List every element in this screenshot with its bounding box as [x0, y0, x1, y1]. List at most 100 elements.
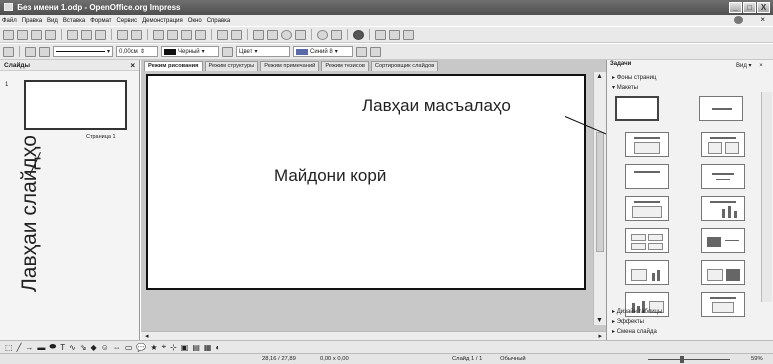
email-icon[interactable] — [45, 29, 56, 40]
close-slides-pane-button[interactable]: × — [130, 61, 135, 70]
scroll-left-icon[interactable]: ◂ — [145, 332, 149, 340]
area-icon[interactable] — [222, 46, 233, 57]
close-tasks-pane-button[interactable]: × — [759, 63, 763, 69]
arrow-tool-icon[interactable]: → — [25, 343, 33, 352]
shadow-icon[interactable] — [356, 46, 367, 57]
slide-thumbnail[interactable] — [24, 80, 127, 130]
print-icon[interactable] — [95, 29, 106, 40]
save-icon[interactable] — [31, 29, 42, 40]
paste-icon[interactable] — [181, 29, 192, 40]
layout-four-content[interactable] — [625, 228, 669, 253]
slide-show-icon[interactable] — [375, 29, 386, 40]
redo-icon[interactable] — [231, 29, 242, 40]
chart-icon[interactable] — [253, 29, 264, 40]
section-slide-transition[interactable]: ▸ Смена слайда — [612, 328, 657, 335]
help-agent-icon[interactable] — [734, 16, 743, 24]
extrusion-icon[interactable]: ◐ — [215, 343, 220, 352]
tab-normal[interactable]: Режим рисования — [144, 61, 203, 71]
menu-insert[interactable]: Вставка — [63, 18, 85, 24]
zoom-slider-knob[interactable] — [680, 356, 684, 363]
layout-title-content[interactable] — [625, 132, 669, 157]
tab-outline[interactable]: Режим структуры — [204, 61, 259, 71]
flowchart-icon[interactable]: ▭ — [125, 343, 133, 352]
tasks-scrollbar[interactable] — [761, 92, 772, 302]
export-pdf-icon[interactable] — [81, 29, 92, 40]
clone-format-icon[interactable] — [195, 29, 206, 40]
spellcheck-icon[interactable] — [117, 29, 128, 40]
ellipse-tool-icon[interactable]: ⬬ — [49, 342, 56, 352]
menu-format[interactable]: Формат — [90, 18, 111, 24]
layout-title-object[interactable] — [701, 292, 745, 317]
block-arrows-icon[interactable]: ⇔ — [113, 343, 121, 352]
menu-window[interactable]: Окно — [188, 18, 202, 24]
section-master-pages[interactable]: ▸ Фоны страниц — [612, 74, 656, 81]
maximize-button[interactable]: □ — [743, 2, 756, 13]
tab-handout[interactable]: Режим тезисов — [321, 61, 369, 71]
arrow-style-icon[interactable] — [39, 46, 50, 57]
zoom-icon[interactable] — [331, 29, 342, 40]
open-icon[interactable] — [17, 29, 28, 40]
text-tool-icon[interactable]: T — [60, 343, 65, 352]
slide-layout-icon[interactable] — [403, 29, 414, 40]
gallery-icon[interactable]: ▦ — [204, 343, 212, 352]
scroll-up-icon[interactable]: ▲ — [596, 73, 603, 80]
rectangle-tool-icon[interactable]: ▬ — [37, 343, 45, 352]
connector-tool-icon[interactable]: ⇘ — [80, 343, 87, 352]
layout-title-two-content[interactable] — [701, 132, 745, 157]
scroll-down-icon[interactable]: ▼ — [596, 317, 603, 324]
copy-icon[interactable] — [167, 29, 178, 40]
layout-blank[interactable] — [615, 96, 659, 121]
navigator-icon[interactable] — [295, 29, 306, 40]
layout-title-text[interactable] — [625, 164, 669, 189]
undo-icon[interactable] — [217, 29, 228, 40]
line-tool-icon[interactable]: ╱ — [17, 343, 22, 352]
new-slide-icon[interactable] — [389, 29, 400, 40]
area-style-select[interactable]: Цвет ▾ — [236, 46, 290, 57]
curve-tool-icon[interactable]: ∿ — [69, 343, 76, 352]
glue-points-icon[interactable]: ⊹ — [170, 343, 177, 352]
section-effects[interactable]: ▸ Эффекты — [612, 318, 644, 325]
styles-icon[interactable] — [3, 46, 14, 57]
menu-tools[interactable]: Сервис — [117, 18, 138, 24]
cut-icon[interactable] — [153, 29, 164, 40]
help-icon[interactable] — [353, 29, 364, 40]
section-layouts[interactable]: ▾ Макеты — [612, 84, 638, 91]
tab-notes[interactable]: Режим примечаний — [260, 61, 320, 71]
layout-title-only[interactable] — [699, 96, 743, 121]
zoom-slider[interactable] — [648, 359, 730, 360]
points-icon[interactable]: ⌖ — [162, 342, 167, 352]
show-draw-functions-icon[interactable] — [317, 29, 328, 40]
table-icon[interactable] — [267, 29, 278, 40]
layout-text-clipart[interactable] — [701, 260, 745, 285]
menu-help[interactable]: Справка — [207, 18, 231, 24]
stars-icon[interactable]: ★ — [150, 343, 157, 352]
scrollbar-thumb[interactable] — [596, 132, 604, 252]
tab-slide-sorter[interactable]: Сортировщик слайдов — [370, 61, 439, 71]
line-width-field[interactable]: 0,00см ⇕ — [116, 46, 158, 57]
area-color-select[interactable]: Синий 8 ▾ — [293, 46, 353, 57]
close-document-button[interactable]: × — [760, 15, 765, 24]
zoom-level[interactable]: 59% — [751, 356, 763, 362]
layout-text-chart[interactable] — [625, 260, 669, 285]
new-document-icon[interactable] — [3, 29, 14, 40]
layout-title-chart[interactable] — [701, 196, 745, 221]
line-icon[interactable] — [25, 46, 36, 57]
layout-centered-text[interactable] — [701, 164, 745, 189]
more-options-icon[interactable] — [370, 46, 381, 57]
basic-shapes-icon[interactable]: ◆ — [91, 343, 97, 352]
hyperlink-icon[interactable] — [281, 29, 292, 40]
scroll-right-icon[interactable]: ▸ — [598, 332, 602, 340]
autospellcheck-icon[interactable] — [131, 29, 142, 40]
line-color-select[interactable]: Черный ▾ — [161, 46, 219, 57]
menu-file[interactable]: Файл — [2, 18, 17, 24]
edit-file-icon[interactable] — [67, 29, 78, 40]
menu-view[interactable]: Вид — [47, 18, 58, 24]
fontwork-icon[interactable]: ▣ — [181, 343, 189, 352]
section-table-design[interactable]: ▸ Дизайн таблицы — [612, 308, 662, 315]
close-window-button[interactable]: X — [757, 2, 770, 13]
select-icon[interactable]: ⬚ — [5, 343, 13, 352]
vertical-scrollbar[interactable]: ▲ ▼ — [593, 72, 606, 325]
tasks-view-menu[interactable]: Вид ▾ × — [736, 62, 763, 69]
from-file-icon[interactable]: ▤ — [192, 343, 200, 352]
menu-slideshow[interactable]: Демонстрация — [142, 18, 183, 24]
